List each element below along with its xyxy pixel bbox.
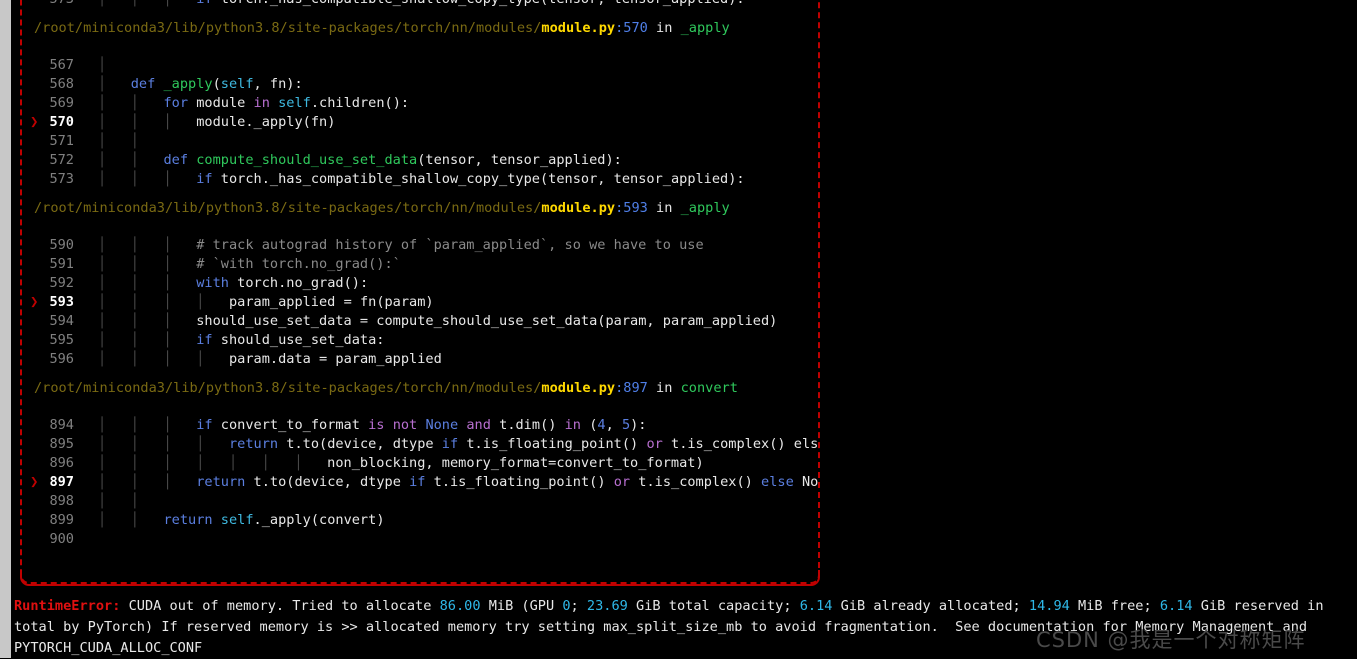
line-source: │ │ │ if torch._has_compatible_shallow_c… [98,170,745,189]
line-number: 568 [22,75,74,94]
line-source: │ │ │ │ │ │ │ non_blocking, memory_forma… [98,454,704,473]
line-number: 894 [22,416,74,435]
line-source: │ │ │ │ param.data = param_applied [98,350,442,369]
line-source: │ │ │ if torch._has_compatible_shallow_c… [98,0,745,9]
traceback-panel-content: 573 │ │ │ if torch._has_compatible_shallo… [22,0,818,582]
line-number: 896 [22,454,74,473]
line-source: │ [98,56,131,75]
line-number: 592 [22,274,74,293]
line-source: │ │ [98,132,163,151]
line-number: 569 [22,94,74,113]
traceback-panel: 573 │ │ │ if torch._has_compatible_shallo… [20,0,820,584]
frame-path: /root/miniconda3/lib/python3.8/site-pack… [34,199,730,218]
line-source: │ │ │ with torch.no_grad(): [98,274,368,293]
line-source: │ │ │ │ param_applied = fn(param) [98,293,434,312]
line-number: 573 [22,0,74,9]
line-source: │ │ │ if should_use_set_data: [98,331,384,350]
line-number: 591 [22,255,74,274]
line-number: 898 [22,492,74,511]
line-number: 899 [22,511,74,530]
line-number: 594 [22,312,74,331]
line-source: │ │ def compute_should_use_set_data(tens… [98,151,622,170]
line-source: │ │ │ # `with torch.no_grad():` [98,255,401,274]
line-number: 571 [22,132,74,151]
line-source: │ │ │ if convert_to_format is not None a… [98,416,647,435]
line-number: 572 [22,151,74,170]
line-number: 590 [22,236,74,255]
line-source: │ │ │ should_use_set_data = compute_shou… [98,312,777,331]
scrollbar-left-strip[interactable] [0,0,11,658]
line-source: │ │ │ module._apply(fn) [98,113,335,132]
line-source: │ │ │ return t.to(device, dtype if t.is_… [98,473,818,492]
csdn-watermark: CSDN @我是一个对称矩阵 [1036,624,1306,654]
traceback-panel-bottom-border [20,570,820,586]
frame-path: /root/miniconda3/lib/python3.8/site-pack… [34,379,738,398]
line-source: │ │ │ # track autograd history of `param… [98,236,704,255]
line-number: 595 [22,331,74,350]
line-source: │ │ for module in self.children(): [98,94,409,113]
line-number: 895 [22,435,74,454]
line-number: 567 [22,56,74,75]
line-source: │ │ │ │ return t.to(device, dtype if t.i… [98,435,818,454]
line-number: 573 [22,170,74,189]
line-number: 900 [22,530,74,549]
line-number: 593 [22,293,74,312]
line-source: │ │ return self._apply(convert) [98,511,385,530]
line-source: │ │ [98,492,163,511]
frame-path: /root/miniconda3/lib/python3.8/site-pack… [34,19,730,38]
line-number: 570 [22,113,74,132]
line-number: 897 [22,473,74,492]
error-type: RuntimeError: [14,598,120,614]
line-source: │ def _apply(self, fn): [98,75,303,94]
line-number: 596 [22,350,74,369]
